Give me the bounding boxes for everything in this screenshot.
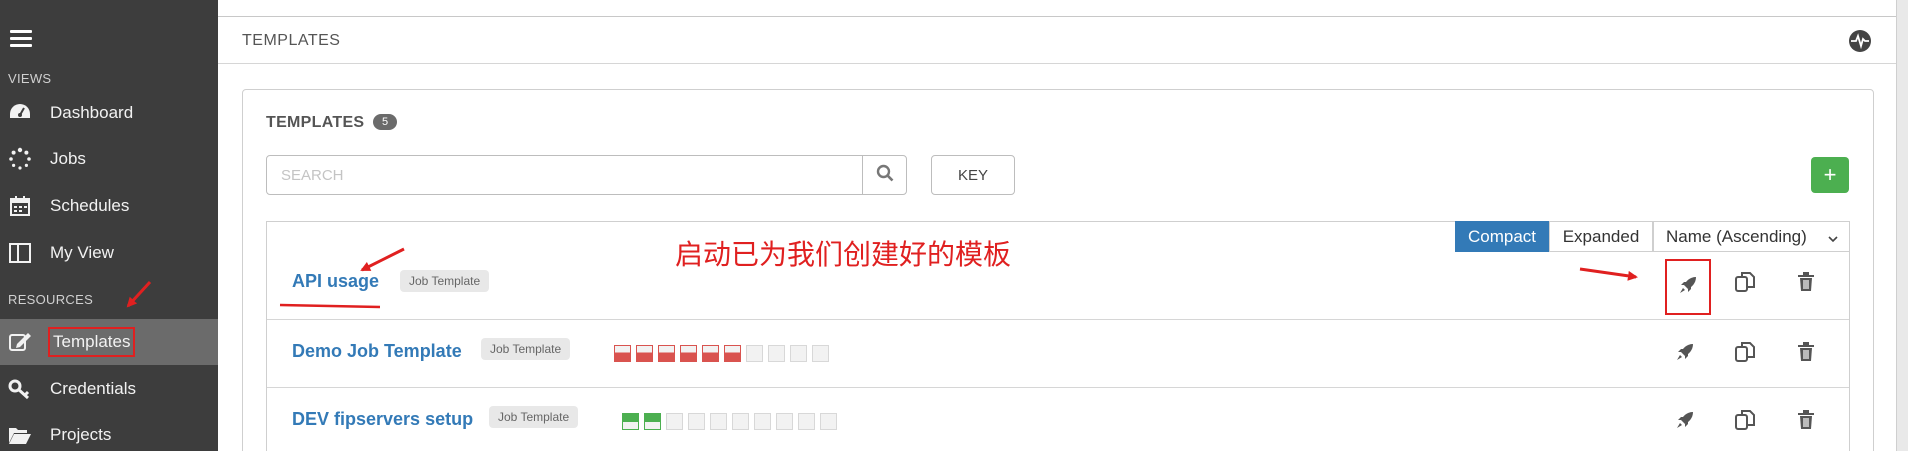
sidebar-item-projects[interactable]: Projects [0, 413, 218, 451]
sidebar-item-credentials[interactable]: Credentials [0, 367, 218, 411]
launch-button[interactable] [1670, 339, 1700, 369]
template-name-link[interactable]: DEV fipservers setup [292, 409, 473, 430]
sidebar-item-label: Credentials [50, 379, 136, 398]
job-status-failed[interactable] [614, 345, 631, 362]
rocket-icon [1675, 410, 1695, 435]
count-badge: 5 [373, 114, 398, 130]
key-icon [7, 376, 33, 402]
folder-open-icon [7, 422, 33, 448]
sort-select-label: Name (Ascending) [1666, 226, 1807, 246]
job-status-empty [754, 413, 771, 430]
scrollbar[interactable] [1896, 0, 1908, 451]
recent-jobs [622, 413, 842, 430]
job-status-failed[interactable] [636, 345, 653, 362]
sidebar-item-label: Dashboard [50, 103, 134, 122]
edit-icon [7, 329, 33, 355]
job-status-success[interactable] [644, 413, 661, 430]
search-button[interactable] [862, 155, 907, 195]
job-status-empty [666, 413, 683, 430]
header-divider [218, 63, 1908, 64]
delete-button[interactable] [1791, 269, 1821, 299]
job-status-failed[interactable] [658, 345, 675, 362]
panel-title: TEMPLATES [266, 114, 365, 131]
trash-icon [1797, 409, 1815, 435]
template-type-badge: Job Template [481, 338, 571, 360]
delete-button[interactable] [1791, 407, 1821, 437]
expanded-view-button[interactable]: Expanded [1549, 221, 1653, 252]
columns-icon [7, 240, 33, 266]
top-border [218, 16, 1908, 17]
delete-button[interactable] [1791, 339, 1821, 369]
job-status-empty [732, 413, 749, 430]
key-button[interactable]: KEY [931, 155, 1015, 195]
copy-icon [1734, 271, 1756, 298]
sidebar-item-label: Schedules [50, 196, 130, 215]
activity-stream-icon[interactable] [1848, 29, 1872, 53]
sidebar-item-dashboard[interactable]: Dashboard [0, 91, 218, 135]
job-status-empty [790, 345, 807, 362]
trash-icon [1797, 271, 1815, 297]
sidebar-item-label: Templates [48, 327, 136, 357]
job-status-empty [776, 413, 793, 430]
chevron-down-icon [1827, 230, 1839, 250]
sidebar: VIEWS Dashboard Jobs Schedules My View R… [0, 0, 218, 451]
page-title: TEMPLATES [242, 32, 341, 49]
dashboard-icon [7, 100, 33, 126]
sidebar-item-label: Jobs [50, 149, 86, 168]
recent-jobs [614, 345, 834, 362]
job-status-failed[interactable] [702, 345, 719, 362]
sidebar-item-label: Projects [50, 425, 112, 444]
sidebar-item-my-view[interactable]: My View [0, 231, 218, 275]
template-type-badge: Job Template [400, 270, 490, 292]
add-button[interactable]: + [1811, 157, 1849, 193]
job-status-success[interactable] [622, 413, 639, 430]
resources-section-label: RESOURCES [8, 292, 94, 307]
job-status-empty [812, 345, 829, 362]
template-name-link[interactable]: API usage [292, 271, 379, 292]
annotation-text: 启动已为我们创建好的模板 [675, 238, 1012, 271]
search-icon [876, 164, 894, 187]
sidebar-item-label: My View [50, 243, 114, 262]
template-type-badge: Job Template [489, 406, 579, 428]
template-name-link[interactable]: Demo Job Template [292, 341, 462, 362]
compact-view-button[interactable]: Compact [1455, 221, 1549, 252]
job-status-empty [746, 345, 763, 362]
job-status-empty [710, 413, 727, 430]
job-status-empty [768, 345, 785, 362]
job-status-empty [820, 413, 837, 430]
copy-button[interactable] [1730, 407, 1760, 437]
launch-button[interactable] [1670, 407, 1700, 437]
sidebar-item-schedules[interactable]: Schedules [0, 184, 218, 228]
hamburger-menu-icon[interactable] [10, 30, 32, 48]
search-input[interactable] [266, 155, 863, 195]
rocket-icon [1675, 342, 1695, 367]
spinner-icon [7, 146, 33, 172]
sidebar-item-jobs[interactable]: Jobs [0, 137, 218, 181]
job-status-failed[interactable] [724, 345, 741, 362]
copy-button[interactable] [1730, 269, 1760, 299]
sort-select[interactable]: Name (Ascending) [1653, 221, 1850, 252]
job-status-failed[interactable] [680, 345, 697, 362]
copy-icon [1734, 341, 1756, 368]
job-status-empty [798, 413, 815, 430]
calendar-icon [7, 193, 33, 219]
sidebar-item-templates[interactable]: Templates [0, 319, 218, 365]
table-row: Demo Job Template Job Template [267, 320, 1849, 388]
copy-icon [1734, 409, 1756, 436]
job-status-empty [688, 413, 705, 430]
copy-button[interactable] [1730, 339, 1760, 369]
launch-button[interactable] [1665, 259, 1711, 315]
table-row: DEV fipservers setup Job Template [267, 388, 1849, 451]
views-section-label: VIEWS [8, 71, 52, 86]
rocket-icon [1678, 275, 1698, 300]
trash-icon [1797, 341, 1815, 367]
table-row: API usage Job Template [267, 252, 1849, 320]
